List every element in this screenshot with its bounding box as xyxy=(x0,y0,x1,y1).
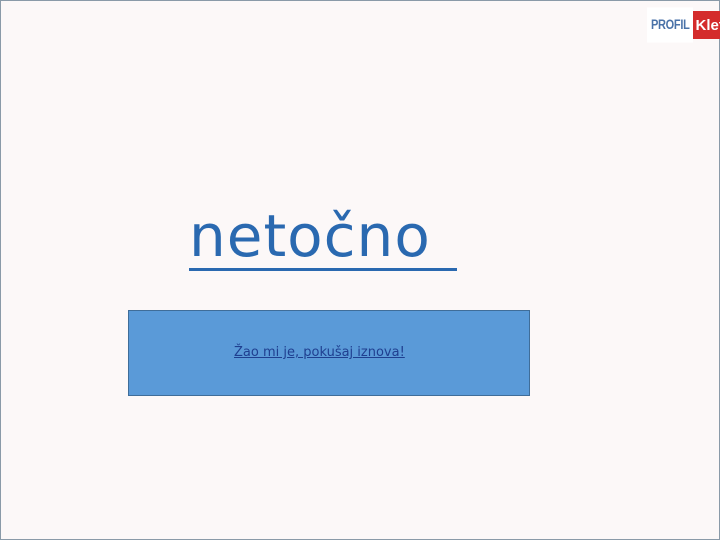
profil-klett-logo: PROFIL Klett xyxy=(647,7,720,43)
logo-profil-text: PROFIL xyxy=(647,7,693,43)
retry-link[interactable]: Žao mi je, pokušaj iznova! xyxy=(234,345,405,360)
heading-underline xyxy=(189,268,457,271)
result-heading: netočno xyxy=(189,202,431,270)
retry-button[interactable]: Žao mi je, pokušaj iznova! xyxy=(128,310,530,396)
slide: PROFIL Klett netočno Žao mi je, pokušaj … xyxy=(0,0,720,540)
logo-klett-text: Klett xyxy=(692,11,720,39)
